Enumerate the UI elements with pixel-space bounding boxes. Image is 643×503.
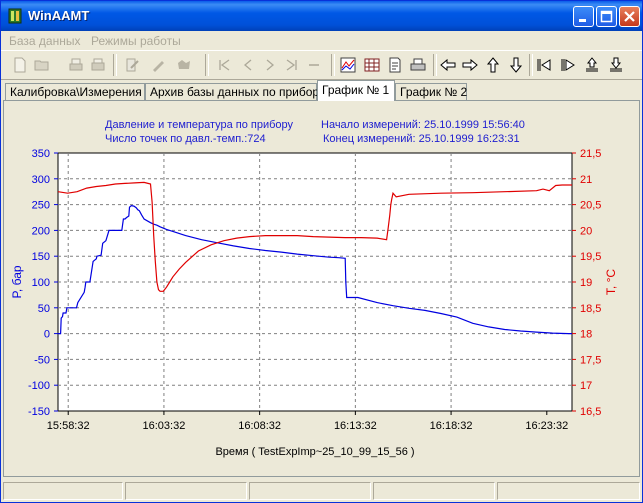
y-tick-label-left: 300	[32, 174, 50, 186]
y-tick-label-left: 50	[38, 303, 50, 315]
y-axis-label-left: P, бар	[10, 265, 24, 298]
y-tick-label-right: 19	[580, 277, 592, 289]
y-tick-label-right: 16,5	[580, 406, 601, 418]
y-tick-label-left: -50	[34, 354, 50, 366]
x-tick-label: 16:13:32	[334, 420, 377, 432]
x-tick-label: 16:08:32	[238, 420, 281, 432]
status-panel	[249, 482, 371, 500]
x-tick-label: 16:03:32	[143, 420, 186, 432]
y-tick-label-left: 150	[32, 251, 50, 263]
x-tick-label: 15:58:32	[47, 420, 90, 432]
tab-chart-1[interactable]: График № 1	[317, 80, 395, 101]
y-tick-label-left: -150	[28, 406, 50, 418]
pressure-temperature-chart: 350 21,5 300 21 250 20,5 200 20 150 19,5 100 19 50 18…	[10, 148, 618, 458]
y-tick-label-right: 17	[580, 380, 592, 392]
y-axis-label-right: T, °C	[604, 269, 618, 295]
y-tick-label-left: 100	[32, 277, 50, 289]
x-axis-label: Время ( TestExpImp~25_10_99_15_56 )	[215, 446, 414, 458]
y-tick-label-right: 17,5	[580, 354, 601, 366]
status-bar	[1, 480, 642, 502]
y-tick-label-right: 20	[580, 225, 592, 237]
y-tick-label-right: 21,5	[580, 148, 601, 160]
y-tick-label-right: 20,5	[580, 200, 601, 212]
y-tick-label-left: 350	[32, 148, 50, 160]
status-panel	[497, 482, 640, 500]
x-tick-label: 16:23:32	[525, 420, 568, 432]
y-tick-label-right: 19,5	[580, 251, 601, 263]
y-tick-label-right: 21	[580, 174, 592, 186]
status-panel	[373, 482, 495, 500]
y-tick-label-right: 18,5	[580, 303, 601, 315]
app-window: WinAAMT База данных Режимы работы Калибр…	[0, 0, 643, 503]
status-panel	[3, 482, 123, 500]
y-tick-label-left: -100	[28, 380, 50, 392]
y-tick-label-right: 18	[580, 329, 592, 341]
y-tick-label-left: 0	[44, 329, 50, 341]
status-panel	[125, 482, 247, 500]
x-tick-label: 16:18:32	[430, 420, 473, 432]
y-tick-label-left: 200	[32, 225, 50, 237]
y-tick-label-left: 250	[32, 200, 50, 212]
